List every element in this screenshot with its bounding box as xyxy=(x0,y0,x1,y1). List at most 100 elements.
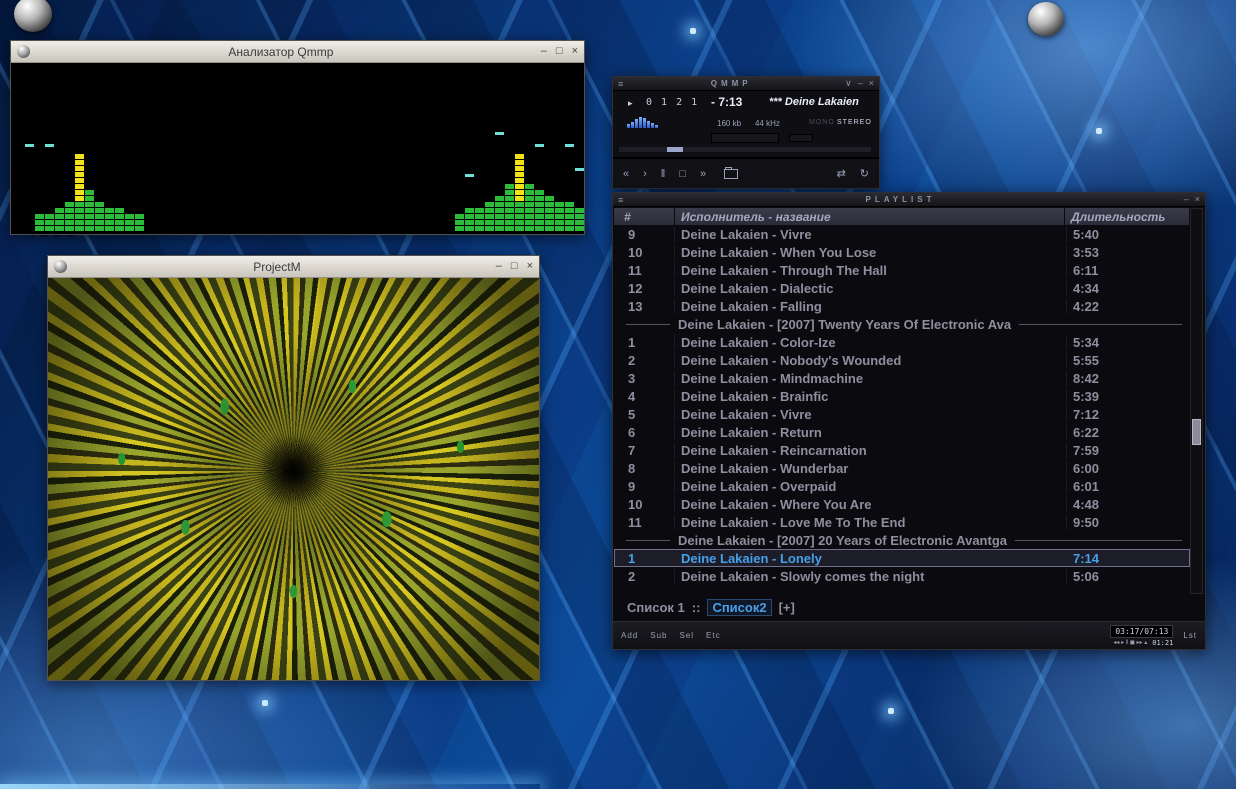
playlist-row[interactable]: 13Deine Lakaien - Falling4:22 xyxy=(614,297,1190,315)
add-playlist-button[interactable]: [+] xyxy=(779,600,795,615)
playlist-row[interactable]: 8Deine Lakaien - Wunderbar6:00 xyxy=(614,459,1190,477)
bitrate-label: 160 kb xyxy=(717,119,741,128)
balance-slider[interactable] xyxy=(789,134,813,142)
playlist-row[interactable]: 2Deine Lakaien - Nobody's Wounded5:55 xyxy=(614,351,1190,369)
minimize-button[interactable]: – xyxy=(858,79,863,88)
tab-separator: :: xyxy=(692,600,701,615)
mono-indicator: MONO xyxy=(809,119,835,126)
playlist-row[interactable]: 9Deine Lakaien - Vivre5:40 xyxy=(614,225,1190,243)
playlist-row[interactable]: 4Deine Lakaien - Brainfic5:39 xyxy=(614,387,1190,405)
player-display: ▸ 0 1 2 1 - 7:13 *** Deine Lakaien 160 k… xyxy=(613,91,879,157)
minimize-button[interactable]: – xyxy=(496,261,502,272)
track-title: *** Deine Lakaien xyxy=(769,96,875,108)
playlist-row[interactable]: 5Deine Lakaien - Vivre7:12 xyxy=(614,405,1190,423)
etc-button[interactable]: Etc xyxy=(706,631,721,640)
analyzer-bar xyxy=(125,213,134,231)
projectm-titlebar[interactable]: ProjectM – □ × xyxy=(48,256,539,278)
analyzer-bar xyxy=(565,201,574,231)
playlist-row[interactable]: 11Deine Lakaien - Love Me To The End9:50 xyxy=(614,513,1190,531)
maximize-button[interactable]: □ xyxy=(556,46,563,57)
pause-button[interactable]: ‖ xyxy=(661,168,666,180)
playlist-row[interactable]: 2Deine Lakaien - Slowly comes the night5… xyxy=(614,567,1190,585)
analyzer-peak xyxy=(535,144,544,147)
time-cluster: 03:17/07:13 ◂◂ ▸ ‖ ◼ ▸▸ ▴ 01:21 xyxy=(1110,625,1173,647)
sub-button[interactable]: Sub xyxy=(650,631,667,640)
column-header-number[interactable]: # xyxy=(614,208,674,225)
shuffle-icon[interactable]: ⇄ xyxy=(837,167,846,180)
analyzer-bar xyxy=(545,195,554,231)
stop-button[interactable]: □ xyxy=(679,168,686,180)
projectm-visualization[interactable] xyxy=(48,278,539,680)
playlist-row[interactable]: 9Deine Lakaien - Overpaid6:01 xyxy=(614,477,1190,495)
mini-visualization-icon[interactable] xyxy=(627,116,673,128)
playlist-tabs: Список 1 :: Список2 [+] xyxy=(627,598,795,616)
play-button[interactable]: › xyxy=(643,168,647,180)
add-button[interactable]: Add xyxy=(621,631,638,640)
list-button[interactable]: Lst xyxy=(1183,631,1197,640)
playlist-title: PLAYLIST xyxy=(623,195,1177,204)
analyzer-peak xyxy=(565,144,574,147)
playlist-row[interactable]: 10Deine Lakaien - Where You Are4:48 xyxy=(614,495,1190,513)
open-file-icon[interactable] xyxy=(724,169,738,179)
minimize-button[interactable]: – xyxy=(1184,195,1189,204)
indicator-digit[interactable]: 2 xyxy=(676,97,682,108)
player-indicators[interactable]: 0 1 2 1 xyxy=(646,97,697,108)
playlist-row[interactable]: 7Deine Lakaien - Reincarnation7:59 xyxy=(614,441,1190,459)
sel-button[interactable]: Sel xyxy=(679,631,694,640)
playlist-row[interactable]: 6Deine Lakaien - Return6:22 xyxy=(614,423,1190,441)
close-button[interactable]: × xyxy=(1195,195,1200,204)
player-titlebar[interactable]: ≡ QMMP ∨ – × xyxy=(613,77,879,91)
wallpaper-glow xyxy=(690,28,696,34)
analyzer-bar xyxy=(505,183,514,231)
projectm-title: ProjectM xyxy=(67,260,487,274)
analyzer-titlebar[interactable]: Анализатор Qmmp – □ × xyxy=(11,41,584,63)
tab-playlist-2[interactable]: Список2 xyxy=(707,599,771,616)
playlist-scrollbar[interactable] xyxy=(1190,208,1203,594)
player-window: ≡ QMMP ∨ – × ▸ 0 1 2 1 - 7:13 *** Deine … xyxy=(612,76,880,189)
play-state-icon: ▸ xyxy=(628,98,633,109)
close-button[interactable]: × xyxy=(527,261,533,272)
playlist-titlebar[interactable]: ≡ PLAYLIST – × xyxy=(613,193,1205,207)
tab-playlist-1[interactable]: Список 1 xyxy=(627,600,685,615)
scrollbar-thumb[interactable] xyxy=(1192,419,1201,445)
playlist-row[interactable]: 10Deine Lakaien - When You Lose3:53 xyxy=(614,243,1190,261)
wallpaper-glow xyxy=(888,708,894,714)
chrome-orb-icon xyxy=(14,0,52,32)
volume-slider[interactable] xyxy=(711,133,779,143)
analyzer-bar xyxy=(95,201,104,231)
close-button[interactable]: × xyxy=(869,79,874,88)
playlist-row[interactable]: 1Deine Lakaien - Color-Ize5:34 xyxy=(614,333,1190,351)
mini-time: 01:21 xyxy=(1152,639,1173,647)
shade-button[interactable]: ∨ xyxy=(845,79,852,88)
playlist-window: ≡ PLAYLIST – × # Исполнитель - название … xyxy=(612,192,1206,650)
lcd-time-display: 03:17/07:13 xyxy=(1110,625,1173,638)
maximize-button[interactable]: □ xyxy=(511,261,518,272)
analyzer-bar xyxy=(85,189,94,231)
next-button[interactable]: » xyxy=(700,168,706,180)
column-header-title[interactable]: Исполнитель - название xyxy=(675,208,1064,225)
analyzer-peak xyxy=(45,144,54,147)
close-button[interactable]: × xyxy=(572,46,578,57)
indicator-digit[interactable]: 1 xyxy=(691,97,697,108)
wallpaper-glow xyxy=(262,700,268,706)
previous-button[interactable]: « xyxy=(623,168,629,180)
analyzer-canvas[interactable] xyxy=(11,63,584,234)
samplerate-label: 44 kHz xyxy=(755,119,780,128)
analyzer-bar xyxy=(515,153,524,231)
repeat-icon[interactable]: ↻ xyxy=(860,167,869,180)
playlist-row[interactable]: 11Deine Lakaien - Through The Hall6:11 xyxy=(614,261,1190,279)
analyzer-peak xyxy=(495,132,504,135)
seek-handle[interactable] xyxy=(667,147,683,152)
seek-bar[interactable] xyxy=(619,147,871,152)
minimize-button[interactable]: – xyxy=(541,46,547,57)
transport-bar: « › ‖ □ » ⇄ ↻ xyxy=(613,157,879,188)
indicator-digit[interactable]: 0 xyxy=(646,97,652,108)
analyzer-bar xyxy=(65,201,74,231)
column-header-duration[interactable]: Длительность xyxy=(1065,208,1189,225)
playlist-row[interactable]: 3Deine Lakaien - Mindmachine8:42 xyxy=(614,369,1190,387)
indicator-digit[interactable]: 1 xyxy=(661,97,667,108)
playlist-row-selected[interactable]: 1Deine Lakaien - Lonely7:14 xyxy=(614,549,1190,567)
mini-transport-icons[interactable]: ◂◂ ▸ ‖ ◼ ▸▸ ▴ xyxy=(1113,639,1147,647)
time-display[interactable]: - 7:13 xyxy=(711,95,742,109)
playlist-row[interactable]: 12Deine Lakaien - Dialectic4:34 xyxy=(614,279,1190,297)
